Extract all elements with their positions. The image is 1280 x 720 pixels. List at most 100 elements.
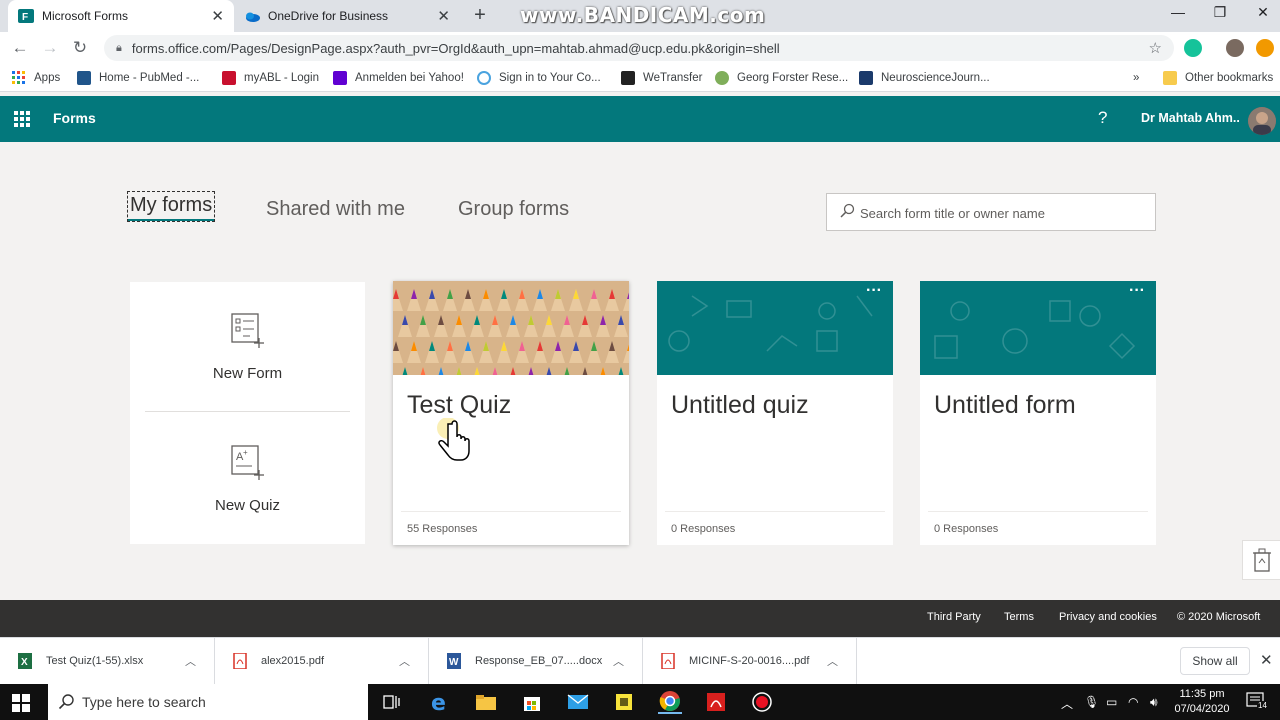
- show-hidden-icons-icon[interactable]: ︿: [1061, 695, 1073, 712]
- pdf-file-icon: [233, 652, 247, 670]
- new-quiz-label: New Quiz: [214, 497, 281, 514]
- form-card-untitled-form[interactable]: ··· Untitled form 0 Responses: [920, 281, 1156, 545]
- bookmark-star-icon[interactable]: ☆: [1149, 39, 1162, 57]
- new-quiz-button[interactable]: A + New Quiz: [130, 444, 365, 514]
- bookmark-georg-forster[interactable]: Georg Forster Rese...: [715, 69, 848, 87]
- bookmark-neuroscience[interactable]: NeuroscienceJourn...: [859, 69, 990, 87]
- chevron-up-icon[interactable]: ︿: [827, 653, 838, 669]
- bookmark-wetransfer[interactable]: WeTransfer: [621, 69, 702, 87]
- apps-grid-icon: [12, 71, 26, 85]
- tab-title: OneDrive for Business: [268, 9, 389, 23]
- taskbar-search-placeholder: Type here to search: [82, 694, 206, 710]
- downloads-bar: X Test Quiz(1-55).xlsx ︿ alex2015.pdf ︿ …: [0, 637, 1280, 684]
- reload-icon[interactable]: ↻: [70, 38, 90, 58]
- restore-window-icon[interactable]: ❐: [1205, 4, 1235, 24]
- grammarly-extension-icon[interactable]: [1184, 39, 1202, 57]
- chevron-up-icon[interactable]: ︿: [399, 653, 410, 669]
- wifi-icon[interactable]: ◠: [1128, 695, 1138, 709]
- footer-link-terms[interactable]: Terms: [1004, 611, 1034, 623]
- forms-brand[interactable]: Forms: [53, 110, 96, 126]
- profile-avatar-icon[interactable]: [1226, 39, 1244, 57]
- more-options-icon[interactable]: ···: [861, 283, 887, 303]
- acrobat-icon[interactable]: [704, 690, 728, 714]
- onedrive-favicon-icon: [244, 8, 260, 24]
- bookmark-label: NeuroscienceJourn...: [881, 72, 990, 84]
- bandicam-record-icon[interactable]: [750, 690, 774, 714]
- bookmark-yahoo[interactable]: Anmelden bei Yahoo!: [333, 69, 464, 87]
- tab-shared-with-me[interactable]: Shared with me: [266, 198, 405, 221]
- windows-start-icon[interactable]: [12, 694, 30, 712]
- bookmark-label: myABL - Login: [244, 72, 319, 84]
- tab-microsoft-forms[interactable]: F Microsoft Forms ✕: [8, 0, 234, 32]
- sticky-notes-icon[interactable]: [612, 690, 636, 714]
- forward-arrow-icon[interactable]: →: [40, 38, 60, 58]
- url-text: forms.office.com/Pages/DesignPage.aspx?a…: [131, 40, 780, 56]
- bookmarks-bar: Apps Home - PubMed -... myABL - Login An…: [0, 64, 1280, 92]
- bookmark-label: Apps: [34, 72, 61, 84]
- bookmark-pubmed[interactable]: Home - PubMed -...: [77, 69, 199, 87]
- tab-my-forms[interactable]: My forms: [126, 191, 216, 222]
- download-item[interactable]: MICINF-S-20-0016....pdf ︿: [643, 638, 857, 684]
- bookmark-label: Other bookmarks: [1185, 72, 1274, 84]
- close-window-icon[interactable]: ✕: [1248, 4, 1278, 24]
- minimize-window-icon[interactable]: —: [1163, 4, 1193, 24]
- footer-link-privacy[interactable]: Privacy and cookies: [1059, 611, 1157, 623]
- download-item[interactable]: alex2015.pdf ︿: [215, 638, 429, 684]
- user-name[interactable]: Dr Mahtab Ahm..: [1141, 111, 1240, 125]
- bookmark-apps[interactable]: Apps: [12, 69, 60, 87]
- speaker-icon[interactable]: 🔊︎: [1150, 695, 1158, 710]
- page-footer: Third Party Terms Privacy and cookies © …: [0, 600, 1280, 637]
- close-tab-icon[interactable]: ✕: [437, 7, 450, 25]
- taskbar-search-box[interactable]: Type here to search: [48, 684, 368, 720]
- action-center-icon[interactable]: 14: [1246, 692, 1268, 710]
- battery-icon[interactable]: ▭: [1106, 695, 1117, 709]
- browser-toolbar: ← → ↻ 🔒︎ forms.office.com/Pages/DesignPa…: [0, 32, 1280, 64]
- help-icon[interactable]: ?: [1098, 108, 1107, 128]
- chrome-icon[interactable]: [658, 690, 682, 714]
- tab-group-forms[interactable]: Group forms: [458, 198, 569, 221]
- file-explorer-icon[interactable]: [474, 690, 498, 714]
- edge-browser-icon[interactable]: e: [428, 690, 452, 714]
- recycle-bin-button[interactable]: [1242, 540, 1280, 580]
- svg-text:+: +: [243, 448, 248, 457]
- new-tab-button[interactable]: +: [468, 4, 492, 28]
- response-count: 0 Responses: [671, 523, 736, 535]
- taskbar-clock[interactable]: 11:35 pm 07/04/2020: [1170, 687, 1234, 717]
- microphone-icon[interactable]: 🎙︎: [1084, 695, 1099, 709]
- divider: [928, 511, 1148, 512]
- update-alert-icon[interactable]: [1256, 39, 1274, 57]
- bookmark-label: Georg Forster Rese...: [737, 72, 849, 84]
- mail-icon[interactable]: [566, 690, 590, 714]
- download-item[interactable]: X Test Quiz(1-55).xlsx ︿: [0, 638, 215, 684]
- footer-copyright: © 2020 Microsoft: [1177, 611, 1261, 623]
- close-tab-icon[interactable]: ✕: [211, 7, 224, 25]
- new-form-button[interactable]: New Form: [130, 312, 365, 382]
- bookmark-myabl[interactable]: myABL - Login: [222, 69, 319, 87]
- task-view-icon[interactable]: [380, 690, 404, 714]
- back-arrow-icon[interactable]: ←: [10, 38, 30, 58]
- myabl-icon: [222, 71, 236, 85]
- form-card-untitled-quiz[interactable]: ··· Untitled quiz 0 Responses: [657, 281, 893, 545]
- address-bar[interactable]: 🔒︎ forms.office.com/Pages/DesignPage.asp…: [104, 35, 1174, 61]
- footer-link-third-party[interactable]: Third Party: [927, 611, 981, 623]
- show-all-downloads-button[interactable]: Show all: [1180, 647, 1250, 675]
- chevron-up-icon[interactable]: ︿: [613, 653, 624, 669]
- bookmark-sign-in[interactable]: Sign in to Your Co...: [477, 69, 601, 87]
- more-options-icon[interactable]: ···: [1124, 283, 1150, 303]
- tab-onedrive[interactable]: OneDrive for Business ✕: [234, 0, 460, 32]
- bookmark-other[interactable]: Other bookmarks: [1163, 69, 1273, 87]
- download-item[interactable]: W Response_EB_07.....docx ︿: [429, 638, 643, 684]
- bookmark-label: WeTransfer: [643, 72, 703, 84]
- close-downloads-bar-icon[interactable]: ✕: [1260, 651, 1273, 669]
- folder-icon: [1163, 71, 1177, 85]
- download-filename: MICINF-S-20-0016....pdf: [689, 655, 810, 667]
- form-card-test-quiz[interactable]: Test Quiz 55 Responses: [393, 281, 629, 545]
- divider: [665, 511, 885, 512]
- microsoft-store-icon[interactable]: [520, 690, 544, 714]
- user-avatar[interactable]: [1248, 107, 1276, 135]
- chevron-up-icon[interactable]: ︿: [185, 653, 196, 669]
- app-launcher-icon[interactable]: [14, 111, 30, 127]
- bookmarks-overflow-icon[interactable]: »: [1133, 69, 1139, 87]
- svg-text:W: W: [449, 657, 459, 668]
- search-input[interactable]: [860, 202, 1140, 224]
